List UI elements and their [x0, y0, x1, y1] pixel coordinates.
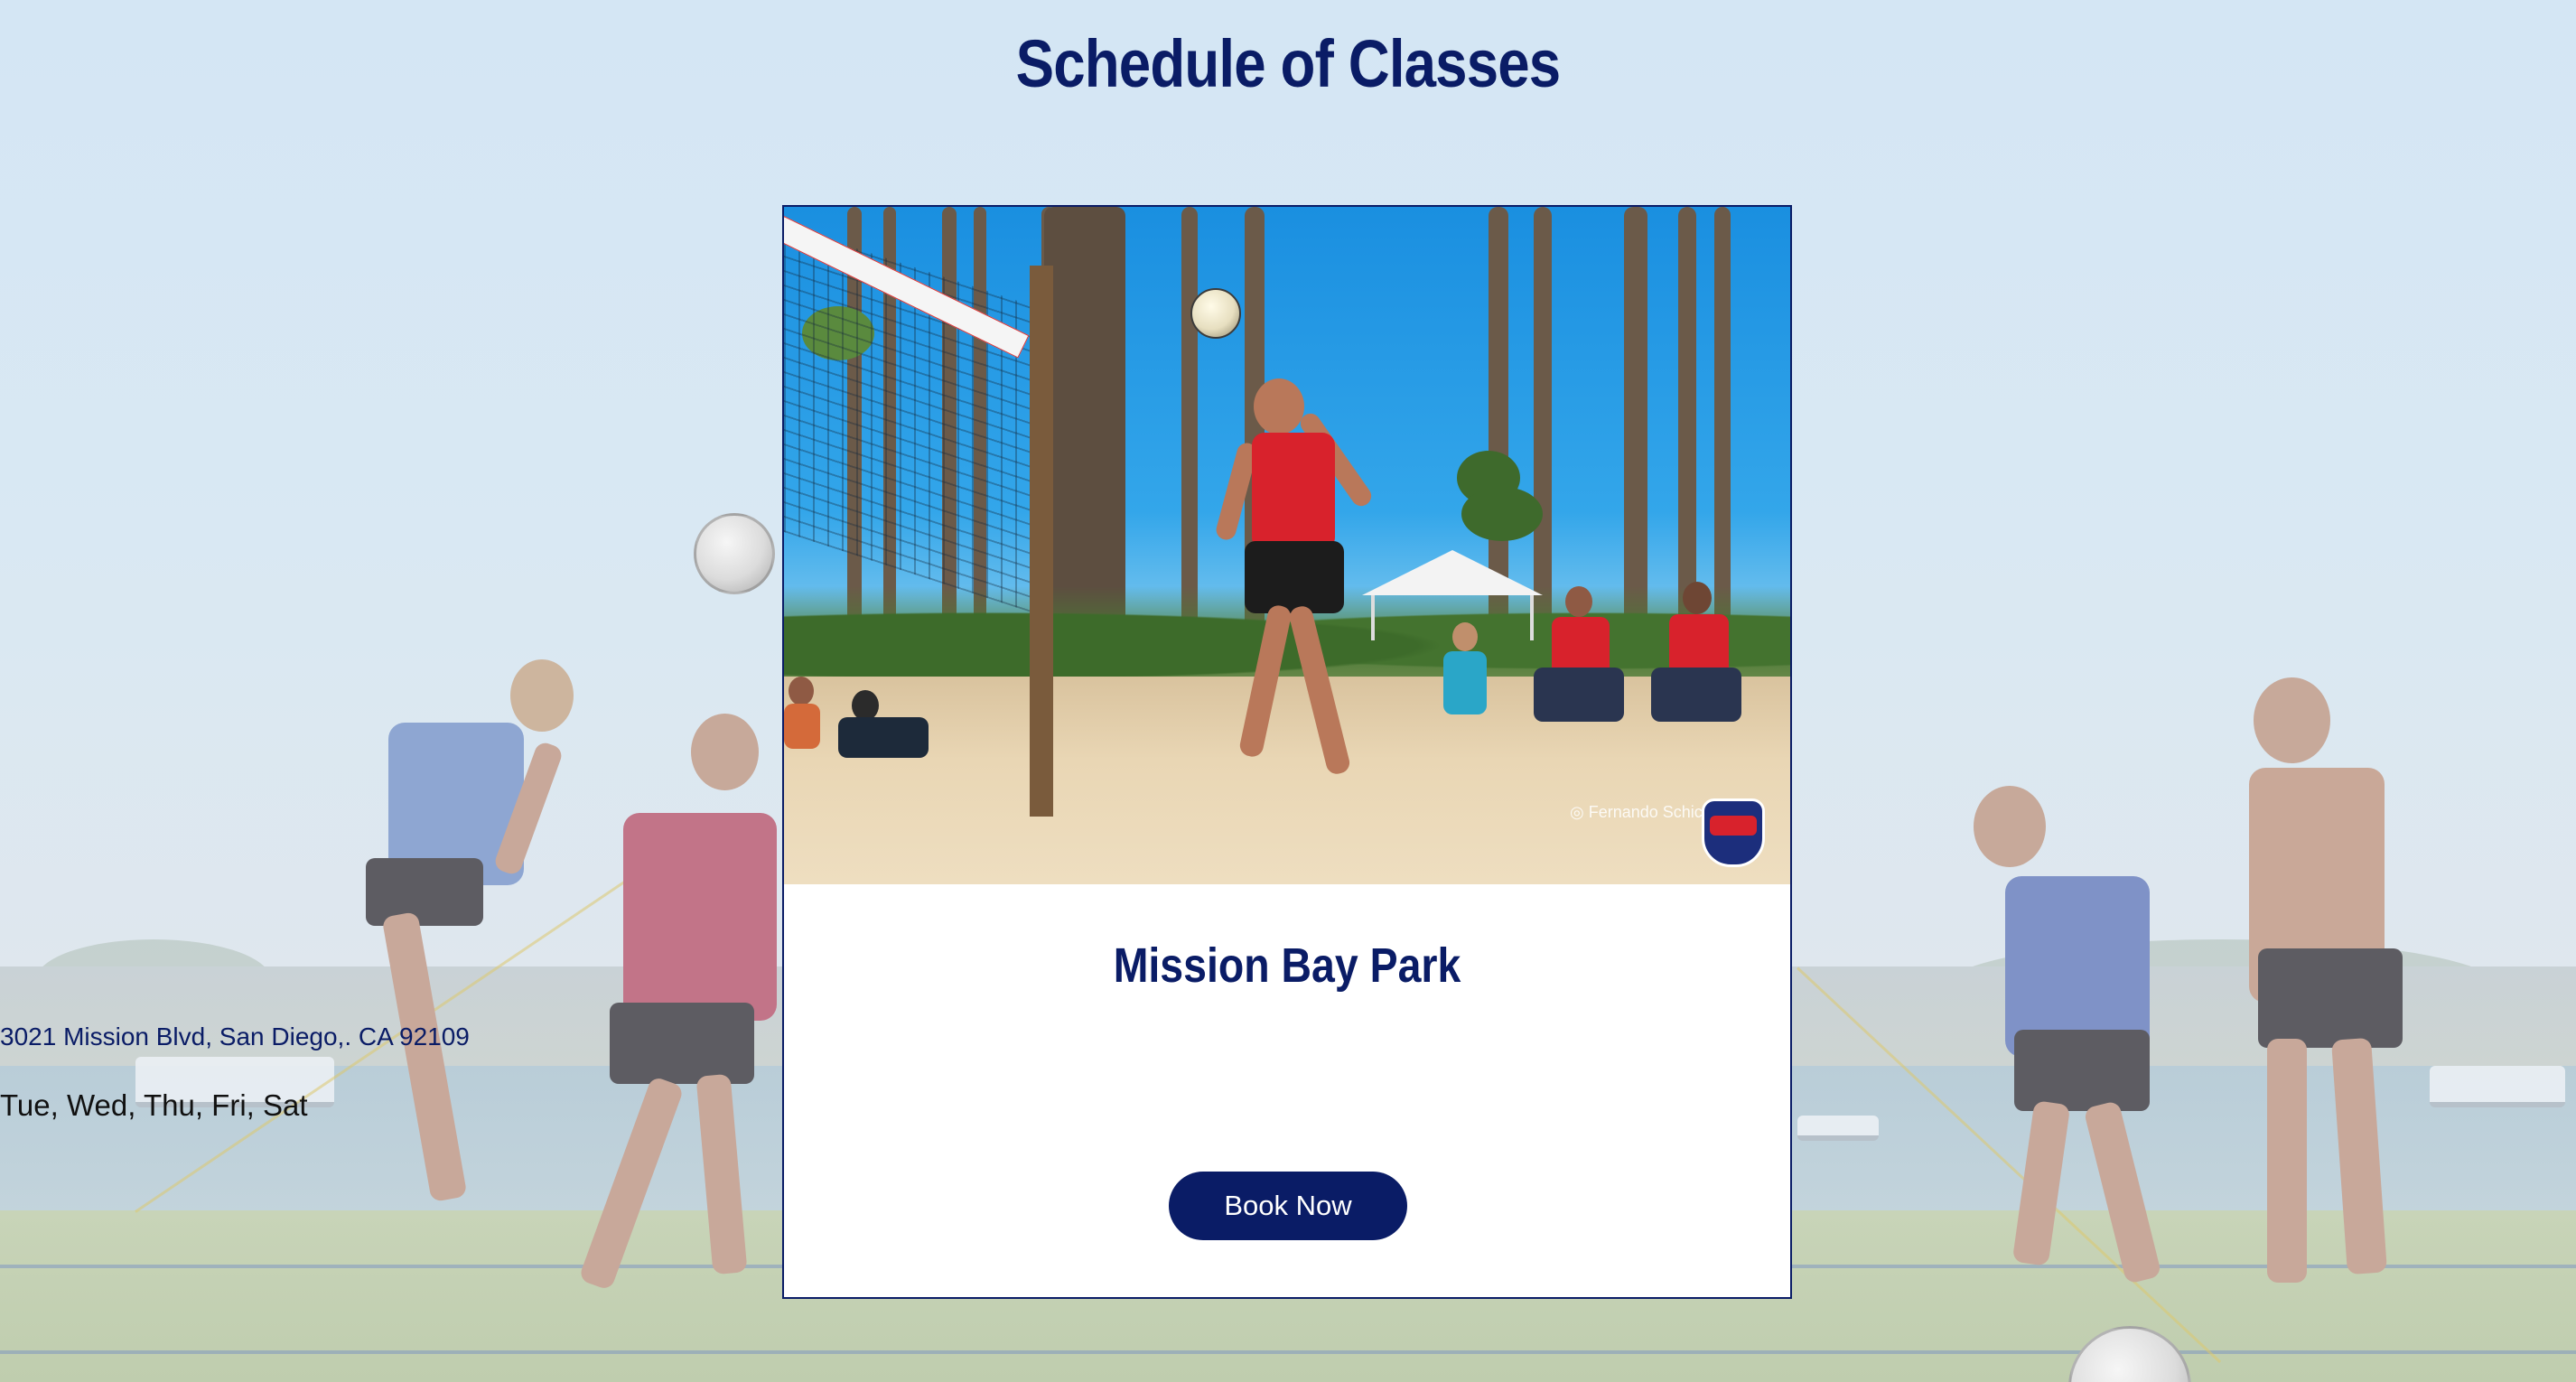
location-photo: ◎ Fernando Schick	[784, 207, 1790, 884]
class-days: Tue, Wed, Thu, Fri, Sat	[0, 1088, 308, 1122]
background-player	[2186, 677, 2457, 1310]
page-title: Schedule of Classes	[1015, 26, 1561, 101]
jumping-player	[1214, 378, 1452, 794]
photographer-watermark: ◎ Fernando Schick	[1570, 803, 1711, 821]
background-player	[542, 714, 813, 1301]
palm-tree	[1678, 207, 1696, 631]
spectator	[1651, 582, 1741, 735]
palm-tree	[1624, 207, 1647, 649]
location-card: ◎ Fernando Schick	[782, 205, 1792, 1299]
palm-frond	[1461, 487, 1543, 541]
location-name: Mission Bay Park	[1113, 938, 1461, 993]
soccer-ball	[1190, 288, 1241, 339]
footvolley-club-logo	[1702, 798, 1765, 867]
background-ball	[694, 513, 775, 594]
palm-tree	[1181, 207, 1198, 640]
book-now-button[interactable]: Book Now	[1169, 1172, 1407, 1240]
spectator	[784, 677, 838, 749]
net-pole	[1030, 266, 1053, 817]
location-address: 3021 Mission Blvd, San Diego,. CA 92109	[0, 1022, 470, 1051]
spectator	[1434, 622, 1498, 740]
palm-tree	[1714, 207, 1731, 622]
spectator	[1534, 586, 1624, 731]
background-net-line	[0, 1350, 2576, 1354]
spectator	[838, 690, 938, 762]
